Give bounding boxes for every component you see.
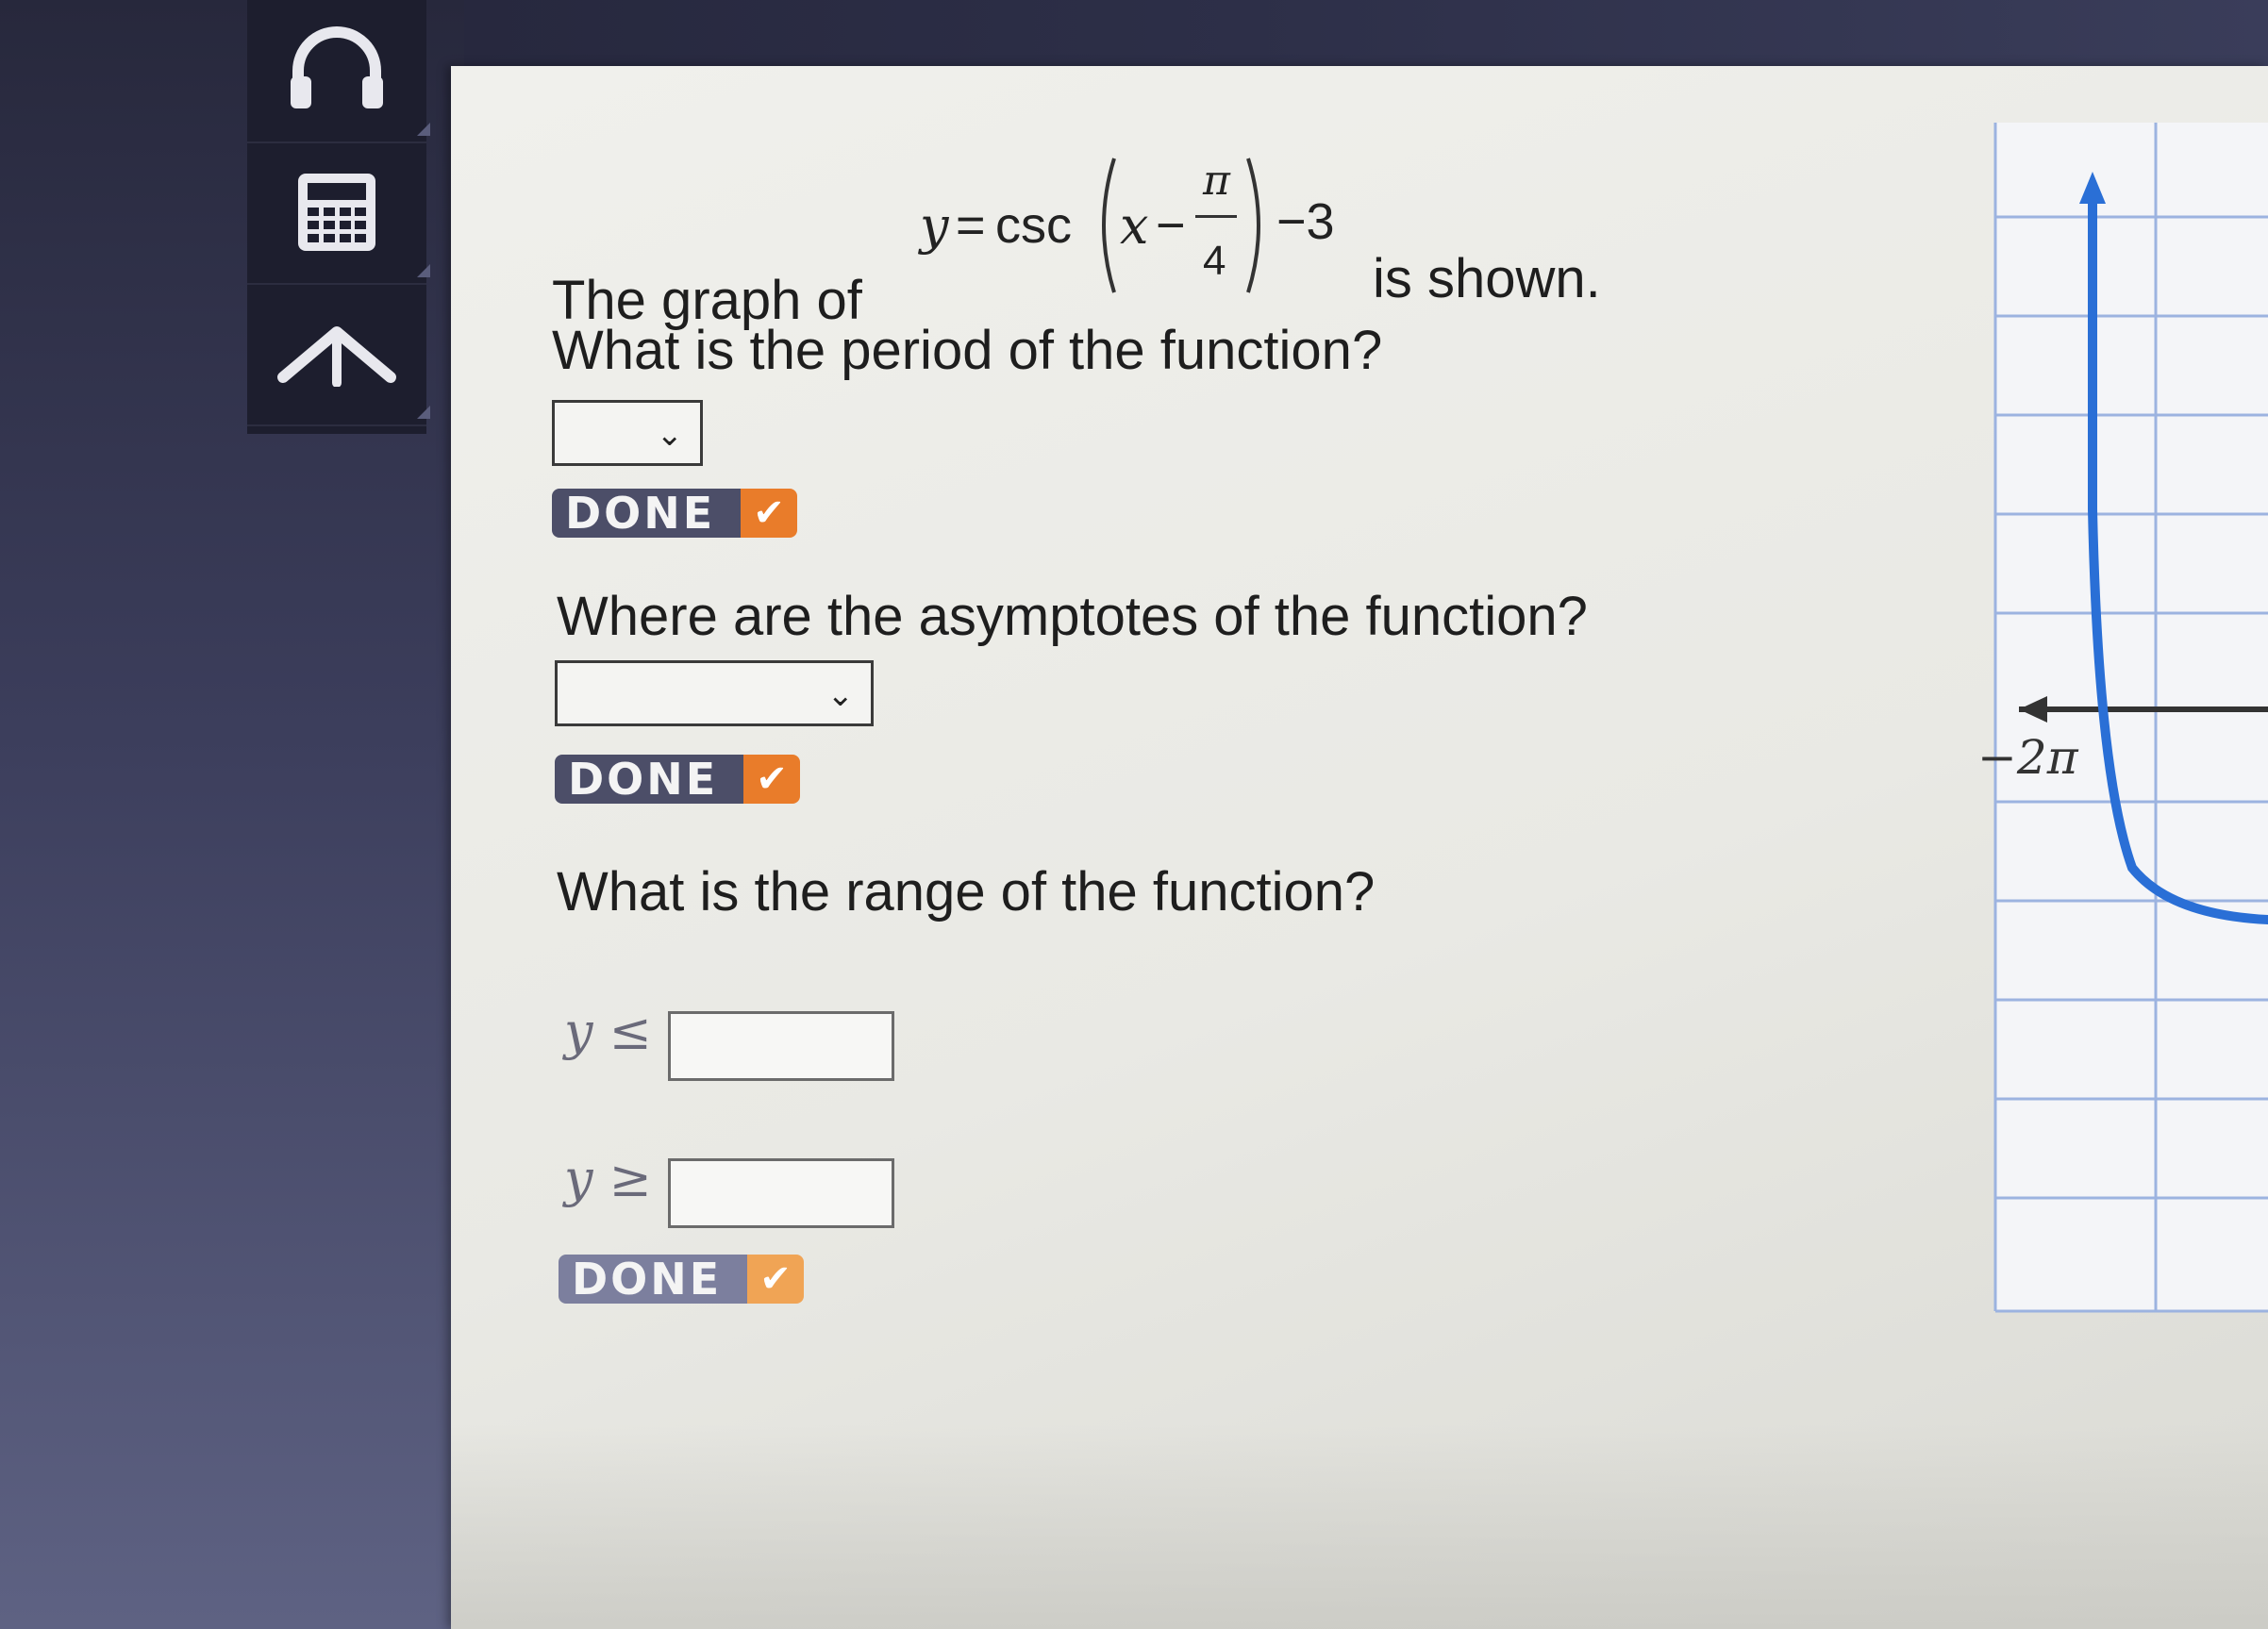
formula-func: csc	[995, 197, 1072, 254]
done-label: DONE	[552, 489, 741, 538]
check-icon: ✔	[743, 755, 800, 804]
done-label: DONE	[559, 1255, 747, 1304]
panel-lower-shade	[451, 1424, 2268, 1629]
formula-minus: −	[1156, 197, 1186, 254]
formula-tail: −3	[1276, 193, 1335, 250]
range-prompt: What is the range of the function?	[557, 861, 1376, 923]
caret-up-icon	[277, 326, 396, 387]
asymptotes-done-button[interactable]: DONE ✔	[555, 755, 800, 804]
formula-frac-num: π	[1203, 157, 1230, 205]
range-upper-input[interactable]	[668, 1011, 894, 1081]
asymptotes-prompt: Where are the asymptotes of the function…	[557, 586, 1588, 647]
period-prompt: What is the period of the function?	[552, 320, 1383, 381]
collapse-button[interactable]	[247, 283, 430, 426]
formula-lhs: y	[920, 196, 949, 256]
x-tick-label: −2π	[1981, 730, 2079, 785]
fraction-bar	[1195, 215, 1237, 218]
done-label: DONE	[555, 755, 743, 804]
check-icon: ✔	[747, 1255, 804, 1304]
tool-rail	[247, 0, 430, 434]
period-done-button[interactable]: DONE ✔	[552, 489, 797, 538]
range-le-label: y ≤	[564, 1002, 652, 1061]
right-paren	[1246, 158, 1260, 293]
range-done-button[interactable]: DONE ✔	[559, 1255, 804, 1304]
asymptotes-select[interactable]: ⌄	[555, 660, 874, 726]
period-select[interactable]: ⌄	[552, 400, 703, 466]
check-icon: ✔	[741, 489, 797, 538]
headphones-icon	[291, 26, 383, 108]
left-paren	[1102, 158, 1116, 293]
calculator-button[interactable]	[247, 141, 430, 285]
function-graph: −2π	[1981, 123, 2268, 1313]
chevron-down-icon: ⌄	[826, 676, 855, 714]
range-ge-label: y ≥	[564, 1149, 652, 1208]
headphones-button[interactable]	[247, 0, 430, 143]
function-formula: y = csc x − π 4 −3	[920, 151, 1363, 302]
chevron-down-icon: ⌄	[656, 416, 684, 454]
intro-suffix: is shown.	[1373, 248, 1601, 309]
calculator-icon	[298, 174, 375, 251]
formula-var: x	[1120, 196, 1149, 256]
range-lower-input[interactable]	[668, 1158, 894, 1228]
formula-frac-den: 4	[1203, 238, 1226, 284]
formula-equals: =	[956, 197, 986, 254]
